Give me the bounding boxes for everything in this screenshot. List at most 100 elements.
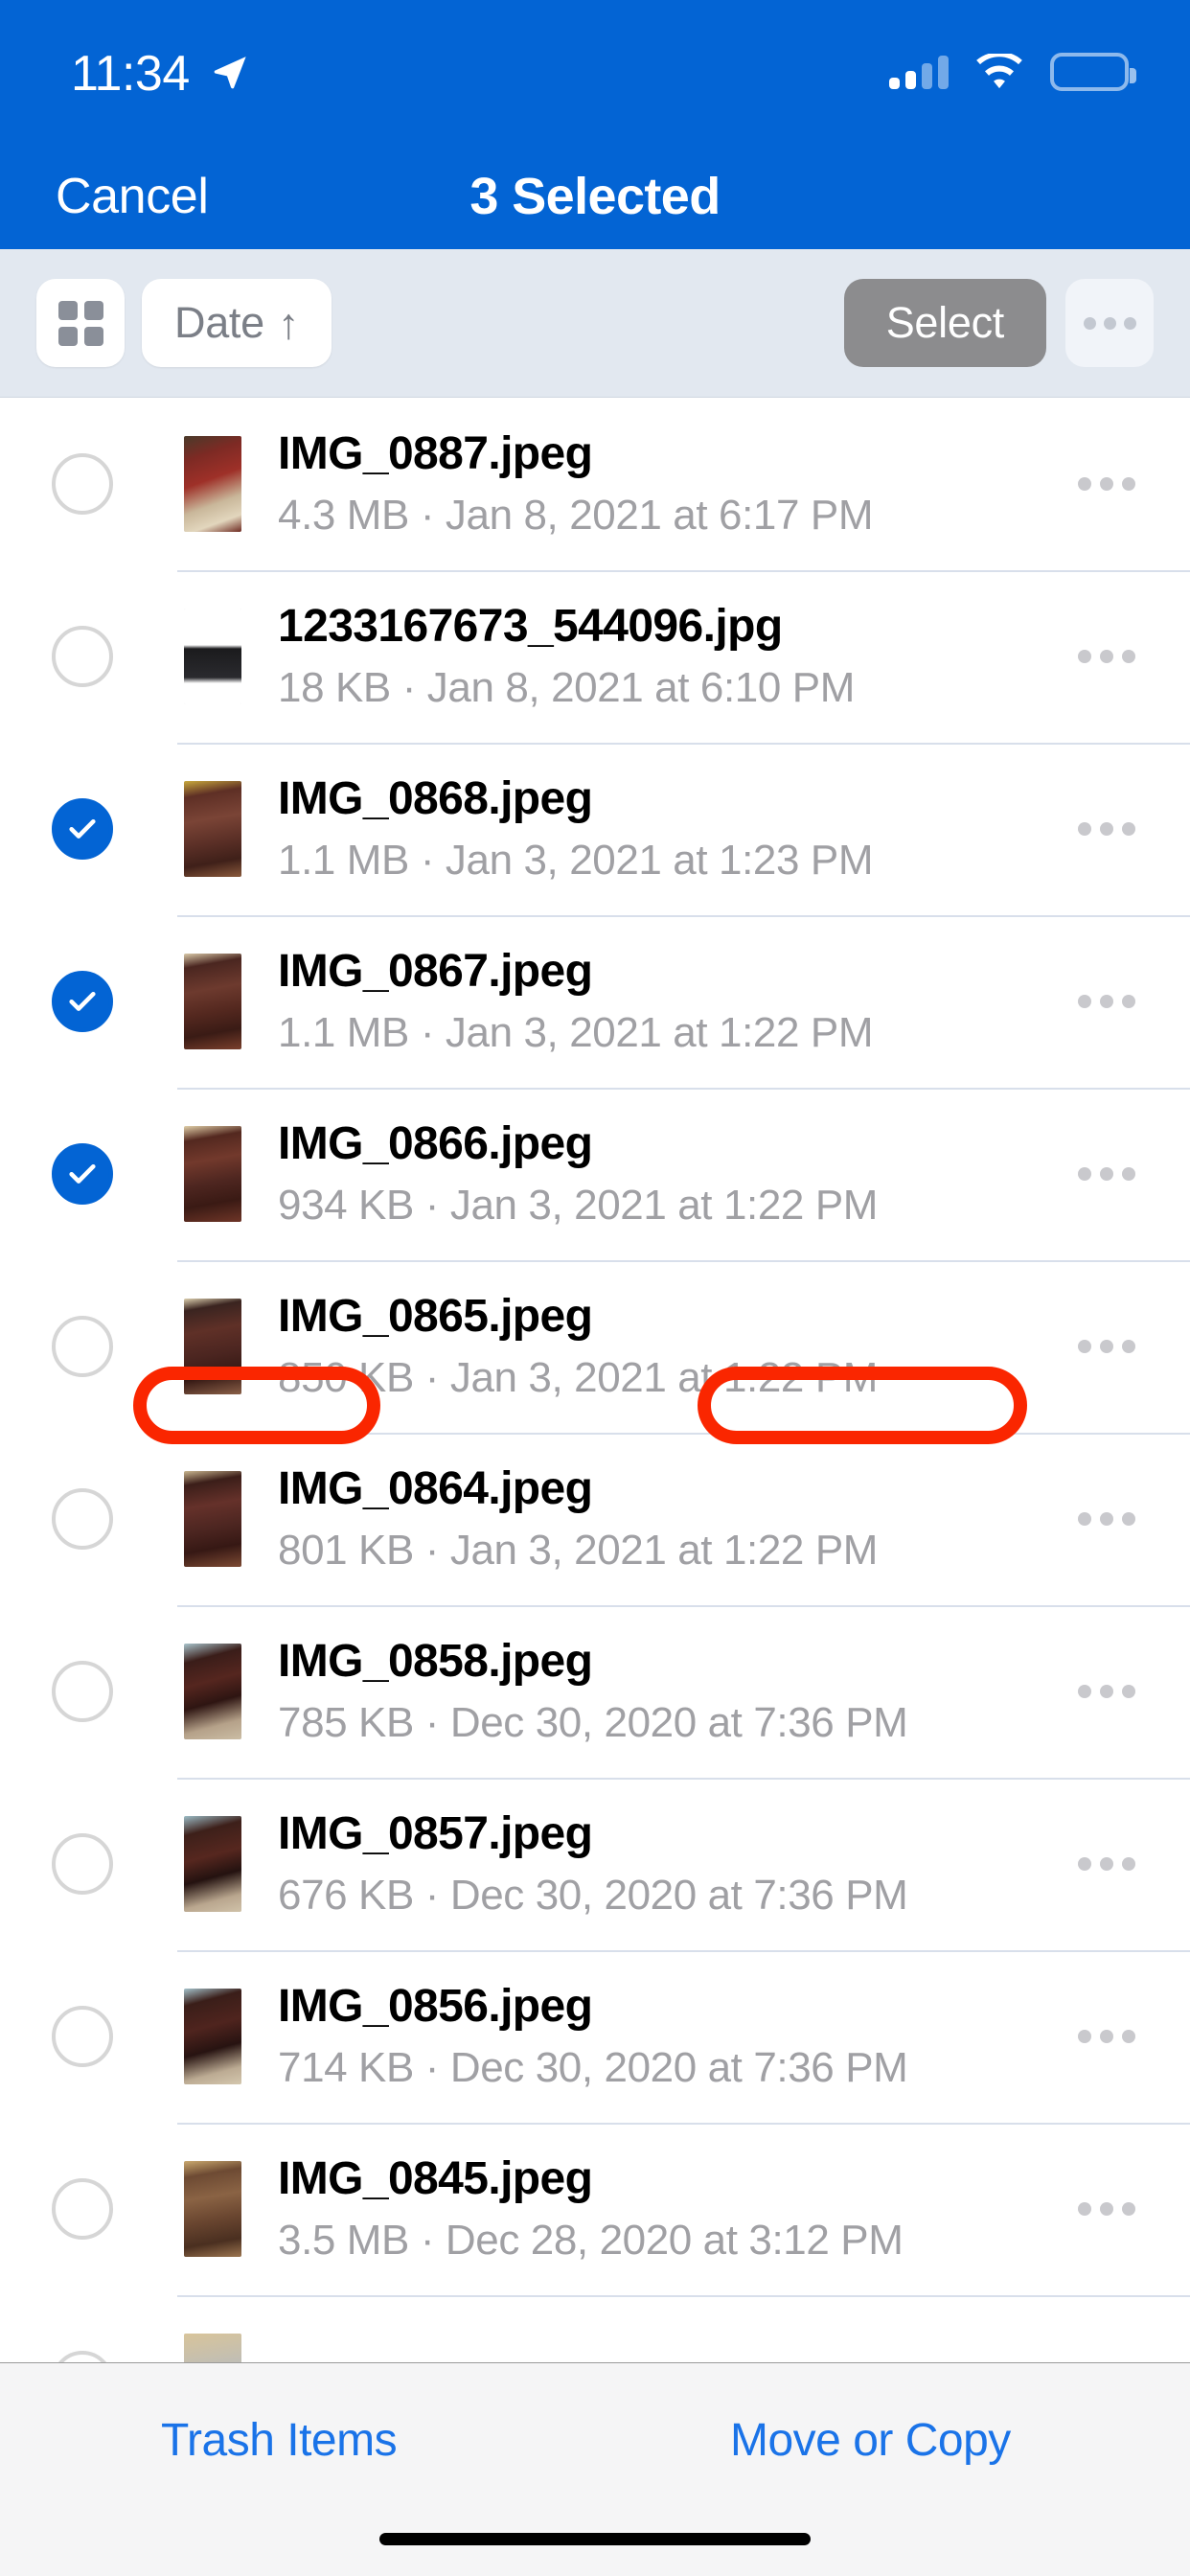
file-size: 785 KB bbox=[278, 1698, 414, 1746]
row-checkbox[interactable] bbox=[52, 453, 113, 515]
file-row[interactable]: IMG_0845.jpeg 3.5 MB · Dec 28, 2020 at 3:… bbox=[0, 2123, 1190, 2295]
file-name: IMG_0867.jpeg bbox=[278, 946, 593, 998]
file-meta: IMG_0865.jpeg 850 KB · Jan 3, 2021 at 1:2… bbox=[278, 1291, 1054, 1402]
file-size: 1.1 MB bbox=[278, 1008, 409, 1056]
row-more-button[interactable] bbox=[1054, 1512, 1159, 1526]
file-date: Dec 28, 2020 at 3:12 PM bbox=[445, 2216, 904, 2264]
file-date: Jan 3, 2021 at 1:22 PM bbox=[449, 1353, 879, 1401]
row-checkbox[interactable] bbox=[52, 1661, 113, 1722]
sort-button[interactable]: Date ↑ bbox=[142, 279, 332, 367]
file-row[interactable]: IMG_0867.jpeg 1.1 MB · Jan 3, 2021 at 1:2… bbox=[0, 915, 1190, 1088]
row-checkbox[interactable] bbox=[52, 2178, 113, 2240]
row-checkbox[interactable] bbox=[52, 2006, 113, 2067]
more-horizontal-icon bbox=[1078, 995, 1135, 1008]
file-details: 934 KB · Jan 3, 2021 at 1:22 PM bbox=[278, 1182, 1054, 1230]
row-checkbox[interactable] bbox=[52, 1488, 113, 1550]
list-toolbar: Date ↑ Select bbox=[0, 249, 1190, 398]
status-bar-right bbox=[889, 53, 1136, 91]
file-size: 4.3 MB bbox=[278, 491, 409, 539]
file-thumbnail bbox=[184, 1299, 241, 1394]
file-date: Jan 8, 2021 at 6:10 PM bbox=[426, 663, 856, 711]
row-more-button[interactable] bbox=[1054, 650, 1159, 663]
move-or-copy-button[interactable]: Move or Copy bbox=[730, 2414, 1011, 2467]
row-separator bbox=[177, 1088, 1190, 1090]
row-checkbox[interactable] bbox=[52, 1833, 113, 1895]
bottom-actions: Trash Items Move or Copy bbox=[0, 2363, 1190, 2507]
battery-full-icon bbox=[1050, 53, 1136, 91]
file-list[interactable]: IMG_0887.jpeg 4.3 MB · Jan 8, 2021 at 6:1… bbox=[0, 398, 1190, 2362]
file-row[interactable]: IMG_0857.jpeg 676 KB · Dec 30, 2020 at 7:… bbox=[0, 1778, 1190, 1950]
file-detail-separator: · bbox=[413, 2043, 450, 2091]
row-more-button[interactable] bbox=[1054, 1167, 1159, 1181]
file-details: 785 KB · Dec 30, 2020 at 7:36 PM bbox=[278, 1699, 1054, 1747]
row-more-button[interactable] bbox=[1054, 1340, 1159, 1353]
row-separator bbox=[177, 1778, 1190, 1780]
select-label: Select bbox=[885, 298, 1005, 347]
wifi-icon bbox=[975, 54, 1023, 90]
file-name: IMG_0864.jpeg bbox=[278, 1463, 593, 1515]
file-name: IMG_0887.jpeg bbox=[278, 428, 593, 480]
toolbar-more-button[interactable] bbox=[1065, 279, 1154, 367]
row-separator bbox=[177, 2295, 1190, 2297]
row-checkbox[interactable] bbox=[52, 1143, 113, 1205]
file-row[interactable]: IMG_0864.jpeg 801 KB · Jan 3, 2021 at 1:2… bbox=[0, 1433, 1190, 1605]
file-row[interactable] bbox=[0, 2295, 1190, 2362]
row-checkbox[interactable] bbox=[52, 1316, 113, 1377]
row-more-button[interactable] bbox=[1054, 2030, 1159, 2043]
more-horizontal-icon bbox=[1078, 1340, 1135, 1353]
file-date: Jan 3, 2021 at 1:22 PM bbox=[445, 1008, 874, 1056]
location-arrow-icon bbox=[211, 53, 249, 91]
file-size: 714 KB bbox=[278, 2043, 414, 2091]
file-date: Jan 3, 2021 at 1:23 PM bbox=[445, 836, 874, 884]
file-name: IMG_0845.jpeg bbox=[278, 2153, 593, 2205]
file-details: 18 KB · Jan 8, 2021 at 6:10 PM bbox=[278, 664, 1054, 712]
more-horizontal-icon bbox=[1078, 650, 1135, 663]
toolbar-right-group: Select bbox=[843, 279, 1154, 367]
more-horizontal-icon bbox=[1083, 316, 1136, 330]
row-more-button[interactable] bbox=[1054, 477, 1159, 491]
file-meta: IMG_0887.jpeg 4.3 MB · Jan 8, 2021 at 6:1… bbox=[278, 428, 1054, 540]
row-checkbox[interactable] bbox=[52, 2351, 113, 2362]
file-detail-separator: · bbox=[413, 1353, 450, 1401]
row-more-button[interactable] bbox=[1054, 822, 1159, 836]
file-row[interactable]: 1233167673_544096.jpg 18 KB · Jan 8, 2021… bbox=[0, 570, 1190, 743]
row-more-button[interactable] bbox=[1054, 995, 1159, 1008]
file-detail-separator: · bbox=[413, 1871, 450, 1919]
file-size: 934 KB bbox=[278, 1181, 414, 1229]
more-horizontal-icon bbox=[1078, 1167, 1135, 1181]
select-button[interactable]: Select bbox=[843, 279, 1046, 367]
grid-view-button[interactable] bbox=[36, 279, 125, 367]
file-row[interactable]: IMG_0868.jpeg 1.1 MB · Jan 3, 2021 at 1:2… bbox=[0, 743, 1190, 915]
file-thumbnail bbox=[184, 2161, 241, 2257]
row-more-button[interactable] bbox=[1054, 2202, 1159, 2216]
file-detail-separator: · bbox=[413, 1698, 450, 1746]
file-meta: IMG_0858.jpeg 785 KB · Dec 30, 2020 at 7:… bbox=[278, 1636, 1054, 1747]
row-separator bbox=[177, 2123, 1190, 2125]
file-row[interactable]: IMG_0865.jpeg 850 KB · Jan 3, 2021 at 1:2… bbox=[0, 1260, 1190, 1433]
trash-items-button[interactable]: Trash Items bbox=[161, 2414, 398, 2467]
file-row[interactable]: IMG_0858.jpeg 785 KB · Dec 30, 2020 at 7:… bbox=[0, 1605, 1190, 1778]
row-more-button[interactable] bbox=[1054, 1857, 1159, 1871]
page-title: 3 Selected bbox=[469, 168, 721, 225]
sort-ascending-icon: ↑ bbox=[277, 298, 300, 348]
row-separator bbox=[177, 1605, 1190, 1607]
file-details: 801 KB · Jan 3, 2021 at 1:22 PM bbox=[278, 1527, 1054, 1575]
file-details: 714 KB · Dec 30, 2020 at 7:36 PM bbox=[278, 2044, 1054, 2092]
file-meta: IMG_0867.jpeg 1.1 MB · Jan 3, 2021 at 1:2… bbox=[278, 946, 1054, 1057]
file-name: IMG_0865.jpeg bbox=[278, 1291, 593, 1343]
row-checkbox[interactable] bbox=[52, 626, 113, 687]
file-details: 676 KB · Dec 30, 2020 at 7:36 PM bbox=[278, 1872, 1054, 1920]
file-row[interactable]: IMG_0887.jpeg 4.3 MB · Jan 8, 2021 at 6:1… bbox=[0, 398, 1190, 570]
row-checkbox[interactable] bbox=[52, 971, 113, 1032]
file-size: 801 KB bbox=[278, 1526, 414, 1574]
row-more-button[interactable] bbox=[1054, 1685, 1159, 1698]
file-row[interactable]: IMG_0856.jpeg 714 KB · Dec 30, 2020 at 7:… bbox=[0, 1950, 1190, 2123]
file-size: 3.5 MB bbox=[278, 2216, 409, 2264]
row-separator bbox=[177, 1260, 1190, 1262]
toolbar-left-group: Date ↑ bbox=[36, 279, 332, 367]
file-name: IMG_0868.jpeg bbox=[278, 773, 593, 825]
row-checkbox[interactable] bbox=[52, 798, 113, 860]
file-row[interactable]: IMG_0866.jpeg 934 KB · Jan 3, 2021 at 1:2… bbox=[0, 1088, 1190, 1260]
cellular-signal-icon bbox=[889, 55, 949, 89]
file-thumbnail bbox=[184, 954, 241, 1049]
